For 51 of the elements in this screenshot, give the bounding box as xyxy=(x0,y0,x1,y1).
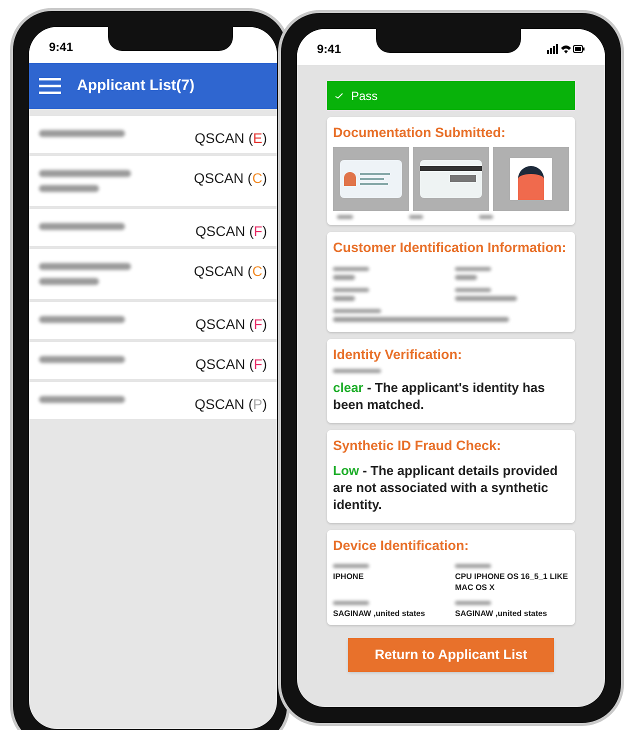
device-value: CPU IPHONE OS 16_5_1 LIKE MAC OS X xyxy=(455,571,569,594)
menu-icon[interactable] xyxy=(39,78,61,94)
applicant-row[interactable]: QSCAN (F) xyxy=(29,302,277,339)
blurred-text xyxy=(39,278,99,285)
blurred-text xyxy=(409,215,423,220)
blurred-text xyxy=(337,215,353,220)
scan-status: QSCAN (C) xyxy=(194,169,267,188)
blurred-text xyxy=(333,564,369,568)
blurred-text xyxy=(455,296,517,300)
blurred-text xyxy=(333,288,369,292)
blurred-text xyxy=(333,368,381,373)
scan-status: QSCAN (F) xyxy=(195,315,267,334)
status-time: 9:41 xyxy=(49,39,74,56)
status-icons xyxy=(547,44,585,54)
section-title: Device Identification: xyxy=(333,537,470,555)
pass-label: Pass xyxy=(351,88,378,104)
check-icon xyxy=(335,92,343,98)
blurred-text xyxy=(333,274,355,280)
blurred-text xyxy=(455,288,491,292)
result-text: clear - The applicant's identity has been matched. xyxy=(333,378,546,414)
blurred-text xyxy=(333,601,369,606)
blurred-text xyxy=(333,308,381,312)
header-title: Applicant List(7) xyxy=(77,76,195,96)
result-text: Low - The applicant details provided are not associated with a synthetic identity. xyxy=(333,462,559,514)
blurred-text xyxy=(455,564,491,568)
applicant-row[interactable]: QSCAN (C) xyxy=(29,249,277,299)
scan-status: QSCAN (E) xyxy=(194,129,267,148)
scan-status: QSCAN (F) xyxy=(195,222,267,241)
applicant-row[interactable]: QSCAN (F) xyxy=(29,209,277,246)
applicant-row[interactable]: QSCAN (P) xyxy=(29,382,277,419)
applicant-row[interactable]: QSCAN (E) xyxy=(29,116,277,153)
blurred-text xyxy=(39,185,99,192)
section-title: Identity Verification: xyxy=(333,346,464,364)
scan-status: QSCAN (C) xyxy=(194,262,267,281)
applicant-row[interactable]: QSCAN (F) xyxy=(29,342,277,379)
blurred-text xyxy=(333,296,355,300)
section-title: Synthetic ID Fraud Check: xyxy=(333,436,502,455)
device-value: SAGINAW ,united states xyxy=(333,608,426,620)
blurred-text xyxy=(455,601,491,606)
scan-status: QSCAN (P) xyxy=(194,395,267,414)
device-value: IPHONE xyxy=(333,571,365,582)
applicant-row[interactable]: QSCAN (C) xyxy=(29,156,277,206)
status-time: 9:41 xyxy=(317,41,342,58)
blurred-text xyxy=(455,274,477,280)
blurred-text xyxy=(455,266,491,270)
blurred-text xyxy=(333,266,369,270)
section-title: Documentation Submitted: xyxy=(333,124,506,142)
section-title: Customer Identification Information: xyxy=(333,239,568,258)
device-value: SAGINAW ,united states xyxy=(455,608,548,620)
scan-status: QSCAN (F) xyxy=(195,355,267,374)
blurred-text xyxy=(479,215,493,220)
